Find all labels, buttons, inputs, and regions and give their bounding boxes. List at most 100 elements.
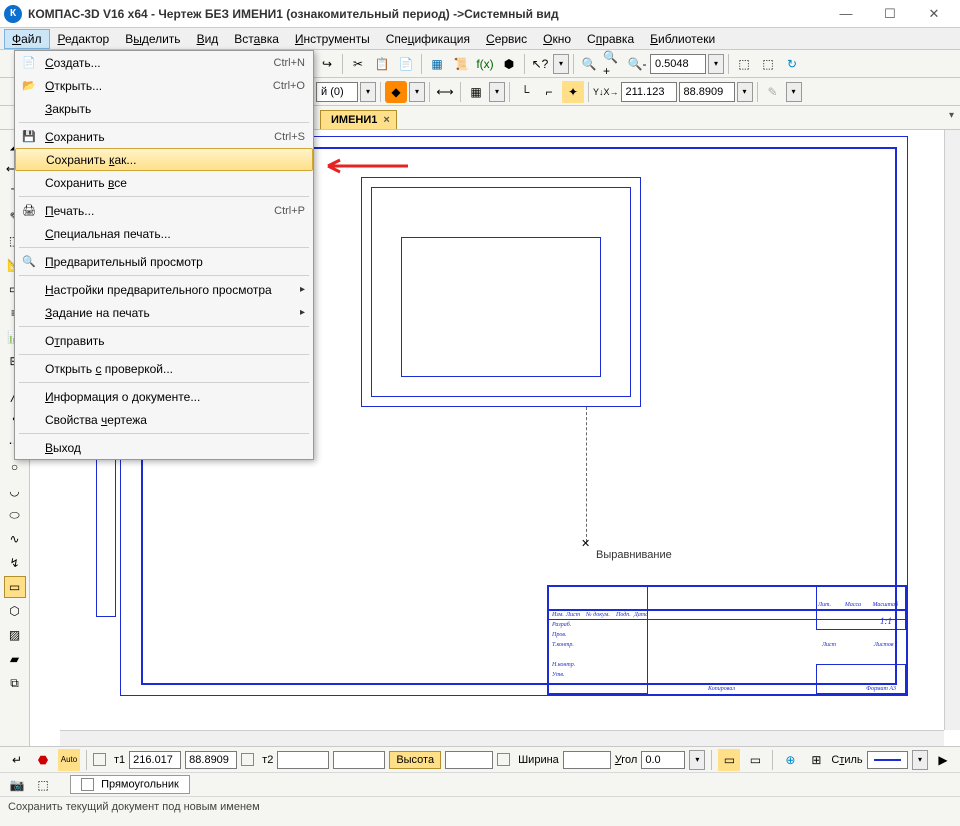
tab-close-icon[interactable]: × [383,114,389,126]
close-button[interactable]: ✕ [912,0,956,28]
menu-item[interactable]: Закрыть [15,97,313,120]
menu-item[interactable]: 🔍Предварительный просмотр [15,250,313,273]
menu-item[interactable]: Специальная печать... [15,222,313,245]
t2-checkbox[interactable] [241,753,254,766]
menu-item[interactable]: Свойства чертежа [15,408,313,431]
menu-item[interactable]: Сохранить как... [15,148,313,171]
prop-stop-icon[interactable]: ⬣ [32,749,54,771]
axes2-icon[interactable]: ⊞ [805,749,827,771]
grid-dropdown[interactable]: ▾ [489,82,505,102]
tool-rect-icon[interactable]: ▭ [4,576,26,598]
tool-poly-icon[interactable]: ⬡ [4,600,26,622]
menu-item[interactable]: 📂Открыть...Ctrl+O [15,74,313,97]
menu-spec[interactable]: Спецификация [378,29,478,49]
help-cursor-icon[interactable]: ↖? [529,53,551,75]
tool-hatch-icon[interactable]: ▨ [4,624,26,646]
prop-ref-icon[interactable]: ⬚ [32,774,54,796]
brush-dropdown[interactable]: ▾ [786,82,802,102]
snap-icon[interactable]: ⌐ [538,81,560,103]
scroll-icon[interactable]: 📜 [450,53,472,75]
menu-item[interactable]: 🖨Печать...Ctrl+P [15,199,313,222]
v-scrollbar[interactable] [944,130,960,730]
var-icon[interactable]: ⬢ [498,53,520,75]
tabs-dropdown-icon[interactable]: ▾ [949,110,954,121]
menu-item[interactable]: Сохранить все [15,171,313,194]
style-selector[interactable] [867,751,908,769]
menu-libs[interactable]: Библиотеки [642,29,723,49]
angle-dropdown[interactable]: ▾ [689,750,705,770]
zoom-out-icon[interactable]: 🔍- [626,53,648,75]
zoom-next-icon[interactable]: ⬚ [757,53,779,75]
style-dropdown[interactable]: ▾ [912,750,928,770]
t1-checkbox[interactable] [93,753,106,766]
menu-file[interactable]: Файл [4,29,50,49]
tool-fill-icon[interactable]: ▰ [4,648,26,670]
menu-item[interactable]: 📄Создать...Ctrl+N [15,51,313,74]
t1-x-input[interactable] [129,751,181,769]
redo-icon[interactable]: ↪ [316,53,338,75]
menu-help[interactable]: Справка [579,29,642,49]
tab-document[interactable]: ИМЕНИ1 × [320,110,397,129]
shape-tab[interactable]: Прямоугольник [70,775,190,794]
coord-dropdown[interactable]: ▾ [737,82,753,102]
menu-window[interactable]: Окно [535,29,579,49]
prop-cam-icon[interactable]: 📷 [6,774,28,796]
tool-spline-icon[interactable]: ∿ [4,528,26,550]
prop-next-icon[interactable]: ▶ [932,749,954,771]
zoom-dropdown[interactable]: ▾ [708,54,724,74]
tool-arc-icon[interactable]: ◡ [4,480,26,502]
angle-input[interactable] [641,751,685,769]
menu-editor[interactable]: Редактор [50,29,118,49]
rect-mode1-icon[interactable]: ▭ [718,749,740,771]
t1-y-input[interactable] [185,751,237,769]
brush-icon[interactable]: ✎ [762,81,784,103]
menu-item[interactable]: Открыть с проверкой... [15,357,313,380]
width-input[interactable] [563,751,611,769]
prop-btn1-icon[interactable]: ↵ [6,749,28,771]
menu-insert[interactable]: Вставка [226,29,287,49]
grid-icon[interactable]: ▦ [465,81,487,103]
menu-item[interactable]: Информация о документе... [15,385,313,408]
color-dropdown[interactable]: ▾ [409,82,425,102]
t2-y-input[interactable] [333,751,385,769]
book-icon[interactable]: ▦ [426,53,448,75]
snap2-icon[interactable]: ✦ [562,81,584,103]
tool-copy-icon[interactable]: ⧉ [4,672,26,694]
color-icon[interactable]: ◆ [385,81,407,103]
menu-item[interactable]: Настройки предварительного просмотра▸ [15,278,313,301]
height-input[interactable] [445,751,493,769]
zoom-fit-icon[interactable]: 🔍 [578,53,600,75]
h-scrollbar[interactable] [60,730,944,746]
menu-item[interactable]: Выход [15,436,313,459]
layer-input[interactable] [316,82,358,102]
menu-select[interactable]: Выделить [117,29,188,49]
menu-service[interactable]: Сервис [478,29,535,49]
zoom-value-input[interactable] [650,54,706,74]
width-checkbox[interactable] [497,753,510,766]
cut-icon[interactable]: ✂ [347,53,369,75]
fx-icon[interactable]: f(x) [474,53,496,75]
t2-x-input[interactable] [277,751,329,769]
tool-break-icon[interactable]: ↯ [4,552,26,574]
layer-dropdown[interactable]: ▾ [360,82,376,102]
menu-item[interactable]: 💾СохранитьCtrl+S [15,125,313,148]
menu-item[interactable]: Задание на печать▸ [15,301,313,324]
menu-item[interactable]: Отправить [15,329,313,352]
menu-tools[interactable]: Инструменты [287,29,378,49]
rect-mode2-icon[interactable]: ▭ [744,749,766,771]
zoom-in-icon[interactable]: 🔍+ [602,53,624,75]
ortho-icon[interactable]: └ [514,81,536,103]
paste-icon[interactable]: 📄 [395,53,417,75]
prop-auto-icon[interactable]: Auto [58,749,80,771]
zoom-prev-icon[interactable]: ⬚ [733,53,755,75]
help-dropdown[interactable]: ▾ [553,54,569,74]
tool-ellipse-icon[interactable]: ⬭ [4,504,26,526]
copy-icon[interactable]: 📋 [371,53,393,75]
maximize-button[interactable]: ☐ [868,0,912,28]
refresh-icon[interactable]: ↻ [781,53,803,75]
minimize-button[interactable]: — [824,0,868,28]
menu-view[interactable]: Вид [189,29,227,49]
coord-x-input[interactable] [621,82,677,102]
axes-icon[interactable]: ⊕ [779,749,801,771]
height-label[interactable]: Высота [389,751,441,769]
